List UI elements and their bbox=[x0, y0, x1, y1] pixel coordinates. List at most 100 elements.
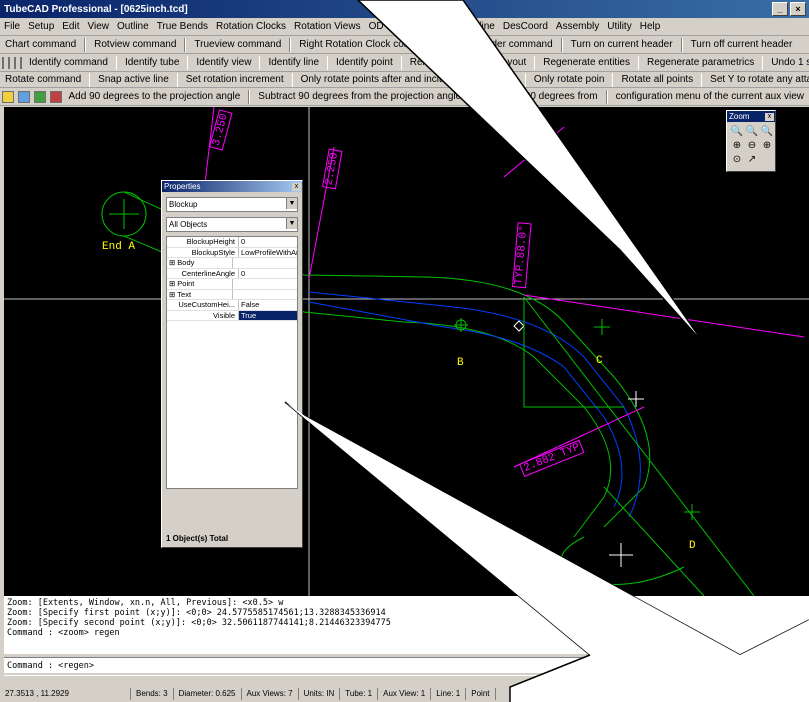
toolbar-command[interactable]: Rotate all points bbox=[616, 74, 698, 85]
close-icon[interactable]: x bbox=[765, 112, 774, 121]
minimize-icon[interactable]: _ bbox=[772, 2, 788, 16]
toolbar-command[interactable]: Subtract 90 degrees from the projection … bbox=[253, 91, 466, 102]
toolbar-icon[interactable] bbox=[2, 90, 14, 103]
toolbar-command[interactable]: Set rotation increment bbox=[181, 74, 289, 85]
command-history: Zoom: [Extents, Window, xn.n, All, Previ… bbox=[4, 596, 809, 654]
menu-item[interactable]: OD Mesh bbox=[365, 21, 415, 32]
toolbar-command[interactable]: Identify command bbox=[24, 57, 113, 68]
property-value[interactable]: LowProfileWithAngle bbox=[239, 248, 297, 258]
property-row[interactable]: BlockupStyleLowProfileWithAngle bbox=[167, 247, 297, 258]
menu-item[interactable]: Outline bbox=[113, 21, 153, 32]
property-row[interactable]: CenterlineAngle 0 bbox=[167, 268, 297, 279]
expand-icon[interactable]: ⊞ bbox=[169, 258, 175, 268]
menu-item[interactable]: Help bbox=[636, 21, 665, 32]
toolbar-command[interactable]: Snap active line bbox=[93, 74, 174, 85]
toolbar-command[interactable]: Add 90 degrees to the projection angle bbox=[64, 91, 246, 102]
zoom-toolbox-title: Zoom bbox=[729, 112, 750, 121]
menu-item[interactable]: Utility bbox=[603, 21, 635, 32]
menu-item[interactable]: DesCoord bbox=[499, 21, 552, 32]
menu-item[interactable]: Rotation Views bbox=[290, 21, 365, 32]
toolbar-icon[interactable] bbox=[49, 90, 62, 103]
toolbar-command[interactable]: Regenerate parametrics bbox=[642, 57, 759, 68]
expand-icon[interactable]: ⊞ bbox=[169, 290, 175, 300]
toolbar-command[interactable]: configuration menu of the current aux vi… bbox=[611, 91, 809, 102]
expand-icon[interactable]: ⊞ bbox=[169, 279, 175, 289]
history-line: Zoom: [Specify first point (x;y)]: <0;0>… bbox=[7, 608, 386, 618]
toolbar-separator bbox=[612, 72, 614, 87]
toolbar-command[interactable]: Trueview command bbox=[189, 39, 286, 50]
toolbar-command[interactable]: Only rotate points after and including a… bbox=[296, 74, 522, 85]
zoom-realtime-icon[interactable]: ⊙ bbox=[731, 153, 743, 165]
toolbar-command[interactable]: Rotate command bbox=[0, 74, 86, 85]
zoom-window-icon[interactable]: 🔍 bbox=[731, 125, 743, 137]
property-value[interactable]: False bbox=[239, 300, 297, 310]
property-value[interactable] bbox=[233, 279, 297, 289]
toolbar-icon[interactable] bbox=[33, 90, 46, 103]
menu-item[interactable]: Assembly bbox=[552, 21, 603, 32]
status-bar: 27.3513 , 11.2929 Bends: 3 Diameter: 0.6… bbox=[0, 686, 809, 702]
toolbar-command[interactable]: Chart command bbox=[0, 39, 81, 50]
toolbar-icon[interactable] bbox=[2, 56, 4, 69]
property-row[interactable]: UseCustomHei... False bbox=[167, 300, 297, 311]
toolbar-icon[interactable] bbox=[14, 56, 16, 69]
toolbar-command[interactable]: Set Y to rotate any attached tubes with … bbox=[705, 74, 809, 85]
toolbar-command[interactable]: Regenerate entities bbox=[538, 57, 635, 68]
toolbar-command[interactable]: Rotview command bbox=[89, 39, 181, 50]
chevron-down-icon[interactable]: ▼ bbox=[286, 198, 297, 209]
property-row[interactable]: ⊞ Body bbox=[167, 258, 297, 269]
zoom-extents-icon[interactable]: ⊕ bbox=[731, 139, 743, 151]
toolbar-command[interactable]: Identify view bbox=[191, 57, 256, 68]
property-value[interactable] bbox=[233, 290, 297, 300]
toolbar-command[interactable]: Redraw layout bbox=[457, 57, 531, 68]
menu-item[interactable]: True Bends bbox=[153, 21, 212, 32]
toolbar-icon[interactable] bbox=[20, 56, 22, 69]
object-type-select[interactable]: Blockup ▼ bbox=[166, 197, 298, 212]
toolbar-command[interactable]: Subtract 180 degrees from bbox=[474, 91, 602, 102]
menu-item[interactable]: Screen bbox=[415, 21, 455, 32]
zoom-previous-icon[interactable]: ⊕ bbox=[761, 139, 773, 151]
menu-item[interactable]: View bbox=[84, 21, 114, 32]
menu-item[interactable]: Rotation Clocks bbox=[212, 21, 290, 32]
zoom-all-icon[interactable]: ⊖ bbox=[746, 139, 758, 151]
property-row[interactable]: BlockupHeight 0 bbox=[167, 237, 297, 248]
toolbar-command[interactable]: Identify line bbox=[263, 57, 324, 68]
toolbar-icon[interactable] bbox=[8, 56, 10, 69]
toolbar-command[interactable]: eader command bbox=[475, 39, 557, 50]
close-icon[interactable]: x bbox=[292, 182, 301, 191]
zoom-out-icon[interactable]: 🔍 bbox=[761, 125, 773, 137]
label-end-a: End A bbox=[102, 241, 136, 253]
menu-item[interactable]: File bbox=[0, 21, 24, 32]
property-value[interactable]: 0 bbox=[239, 269, 297, 279]
menu-item[interactable]: dline bbox=[470, 21, 499, 32]
property-row[interactable]: Visible True bbox=[167, 310, 297, 321]
toolbar-command[interactable]: Undo 1 step bbox=[766, 57, 809, 68]
toolbar-icon[interactable] bbox=[17, 90, 30, 103]
object-filter-select[interactable]: All Objects ▼ bbox=[166, 217, 298, 232]
drawing-canvas[interactable]: End A B C D 3.250 2.250 TYP.88.0° 2.882 … bbox=[4, 107, 809, 596]
property-row[interactable]: ⊞ Point bbox=[167, 279, 297, 290]
menu-item[interactable]: Edit bbox=[58, 21, 83, 32]
property-row[interactable]: ⊞ Text bbox=[167, 289, 297, 300]
toolbar-command[interactable]: Only rotate poin bbox=[529, 74, 610, 85]
toolbar-command[interactable]: D bbox=[450, 39, 467, 50]
toolbar-command[interactable]: Identify tube bbox=[120, 57, 184, 68]
close-icon[interactable]: × bbox=[790, 2, 806, 16]
property-value[interactable] bbox=[233, 258, 297, 268]
toolbar-separator bbox=[524, 72, 526, 87]
property-value[interactable]: 0 bbox=[239, 237, 297, 247]
command-line[interactable]: Command : <regen> bbox=[4, 657, 809, 673]
chevron-down-icon[interactable]: ▼ bbox=[286, 218, 297, 229]
property-value[interactable]: True bbox=[239, 310, 297, 320]
toolbar-command[interactable]: Turn off current header bbox=[686, 39, 798, 50]
toolbar-command[interactable]: Identify point bbox=[331, 57, 398, 68]
menu-item[interactable]: D bbox=[455, 21, 470, 32]
toolbar-command[interactable]: Right Rotation Clock command bbox=[294, 39, 442, 50]
toolbar-command[interactable]: Turn on current header bbox=[566, 39, 678, 50]
menu-item[interactable]: Setup bbox=[24, 21, 58, 32]
zoom-in-icon[interactable]: 🔍 bbox=[746, 125, 758, 137]
horizontal-scrollbar[interactable] bbox=[4, 675, 809, 686]
pan-icon[interactable]: ↗ bbox=[746, 153, 758, 165]
toolbar-separator bbox=[259, 55, 261, 70]
toolbar-command[interactable]: Rellicad bbox=[405, 57, 451, 68]
status-units: Units: IN bbox=[299, 688, 341, 700]
